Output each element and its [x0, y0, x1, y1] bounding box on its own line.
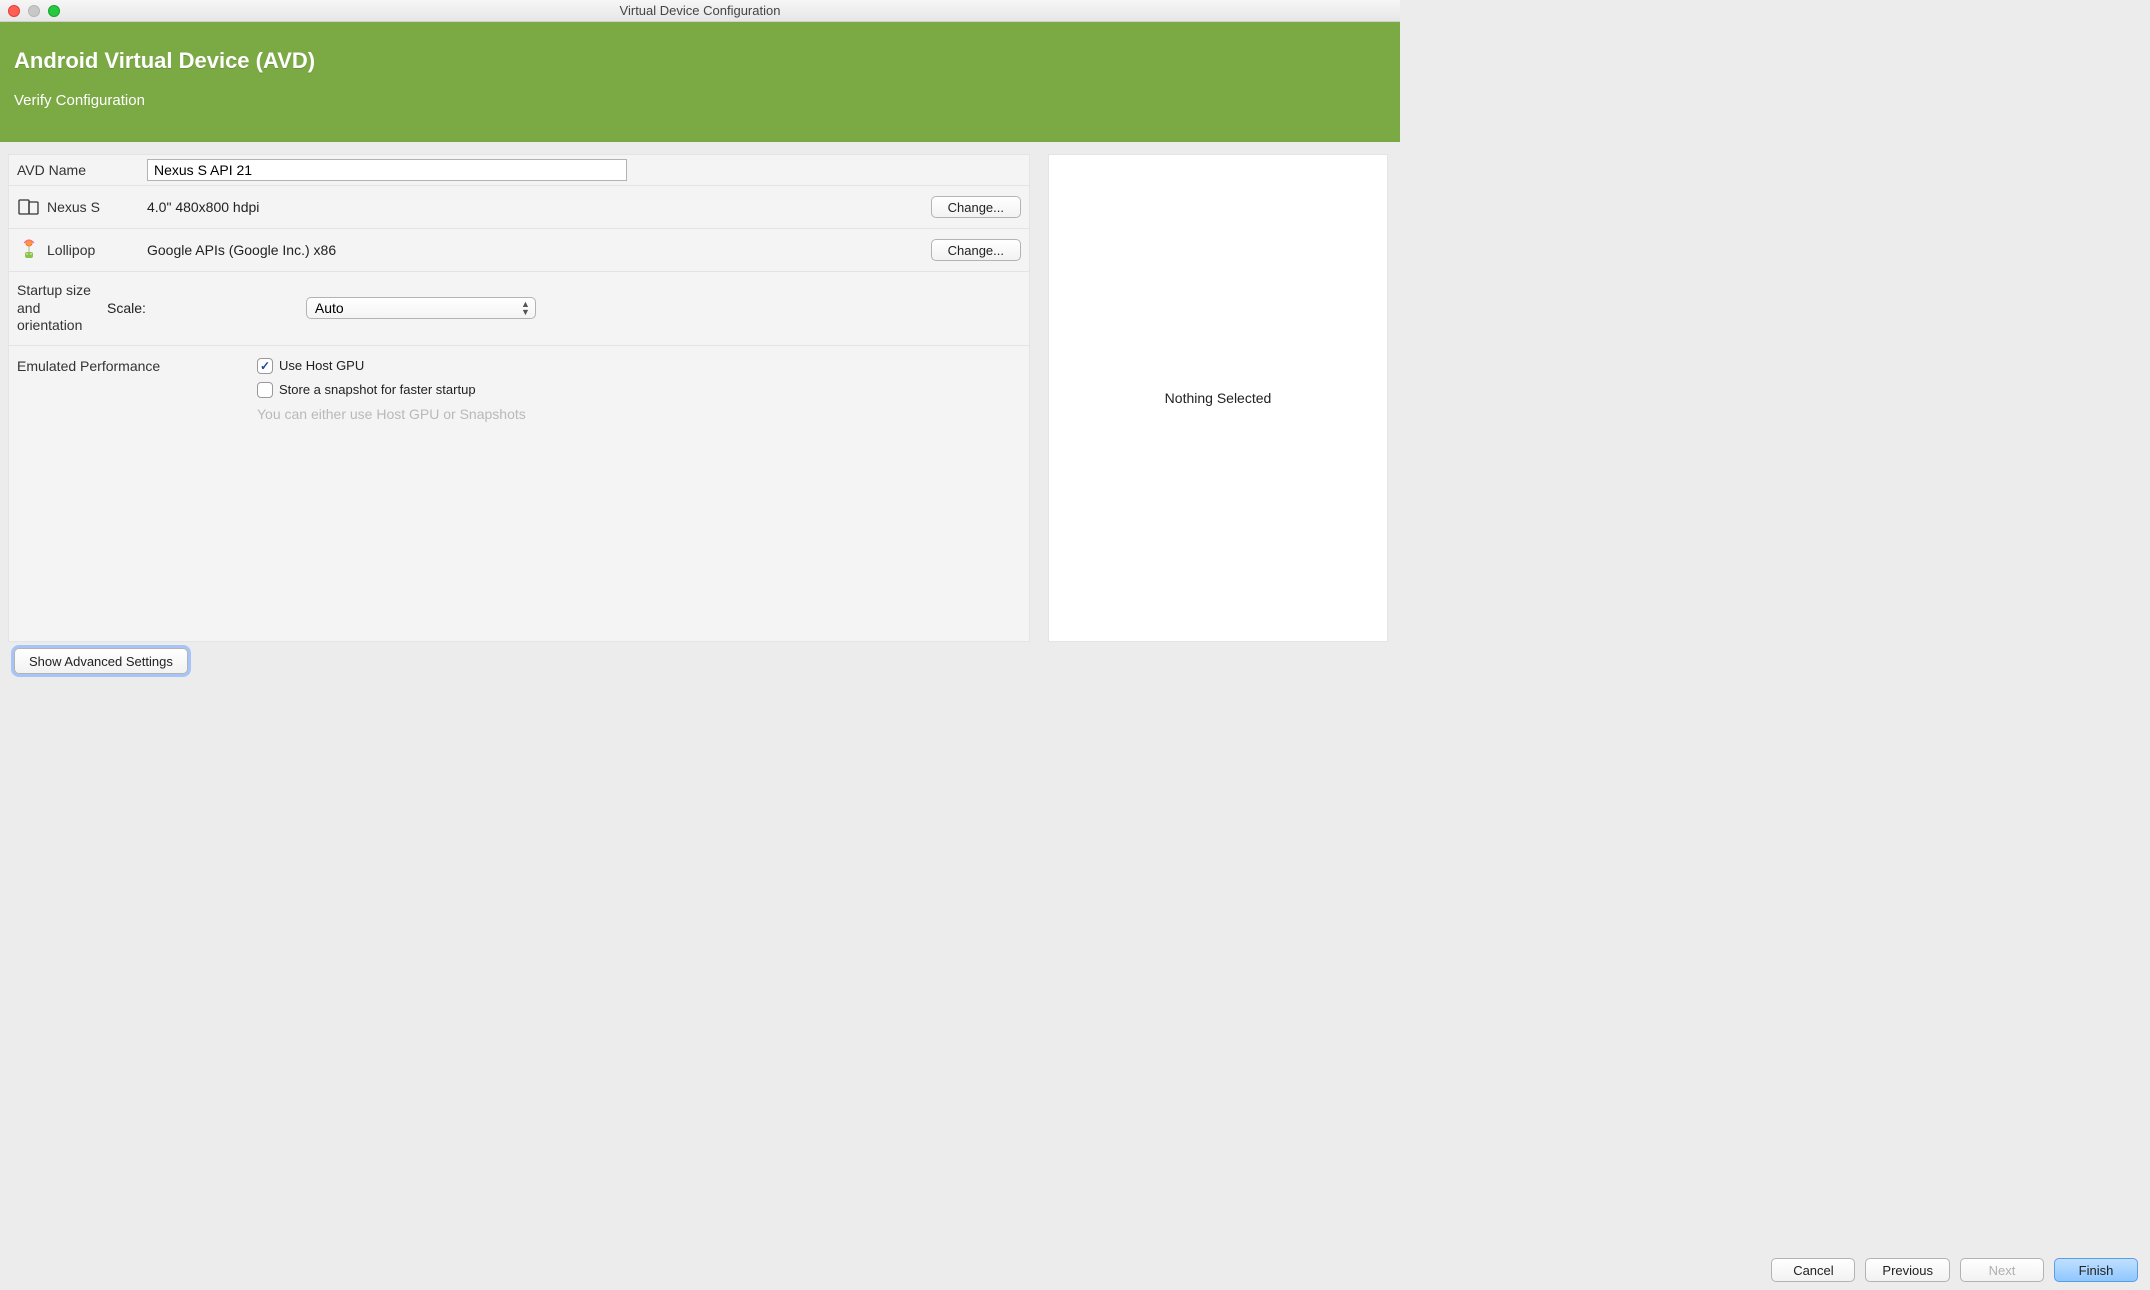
device-spec: 4.0" 480x800 hdpi [147, 199, 259, 215]
wizard-subtitle: Verify Configuration [14, 92, 1386, 109]
wizard-footer: Cancel Previous Next Finish [1771, 1258, 2138, 1282]
use-host-gpu-option[interactable]: Use Host GPU [257, 358, 526, 374]
wizard-title: Android Virtual Device (AVD) [14, 48, 1386, 74]
cancel-button[interactable]: Cancel [1771, 1258, 1855, 1282]
system-image-change-button[interactable]: Change... [931, 239, 1021, 261]
finish-button[interactable]: Finish [2054, 1258, 2138, 1282]
device-name: Nexus S [47, 199, 100, 215]
help-panel: Nothing Selected [1048, 154, 1388, 642]
wizard-header: Android Virtual Device (AVD) Verify Conf… [0, 22, 1400, 142]
startup-row: Startup size and orientation Scale: Auto… [9, 272, 1029, 346]
avd-name-input[interactable] [147, 159, 627, 181]
device-row: Nexus S 4.0" 480x800 hdpi Change... [9, 186, 1029, 229]
window-title: Virtual Device Configuration [0, 3, 1400, 18]
config-panel: AVD Name Nexus S 4.0" 480x800 hdpi Chang… [8, 154, 1030, 642]
scale-label: Scale: [107, 300, 146, 316]
device-change-button[interactable]: Change... [931, 196, 1021, 218]
startup-label: Startup size and orientation [17, 282, 107, 335]
next-button: Next [1960, 1258, 2044, 1282]
performance-hint: You can either use Host GPU or Snapshots [257, 406, 526, 422]
lollipop-icon [17, 240, 41, 260]
show-advanced-settings-button[interactable]: Show Advanced Settings [14, 648, 188, 674]
snapshot-option[interactable]: Store a snapshot for faster startup [257, 382, 526, 398]
system-image-name: Lollipop [47, 242, 95, 258]
window-titlebar: Virtual Device Configuration [0, 0, 1400, 22]
system-image-spec: Google APIs (Google Inc.) x86 [147, 242, 336, 258]
snapshot-label: Store a snapshot for faster startup [279, 382, 476, 397]
performance-label: Emulated Performance [17, 356, 197, 374]
use-host-gpu-label: Use Host GPU [279, 358, 364, 373]
avd-name-row: AVD Name [9, 155, 1029, 186]
previous-button[interactable]: Previous [1865, 1258, 1950, 1282]
system-image-row: Lollipop Google APIs (Google Inc.) x86 C… [9, 229, 1029, 272]
scale-select[interactable]: Auto [306, 297, 536, 319]
use-host-gpu-checkbox[interactable] [257, 358, 273, 374]
snapshot-checkbox[interactable] [257, 382, 273, 398]
avd-name-label: AVD Name [17, 162, 147, 178]
help-placeholder: Nothing Selected [1165, 390, 1272, 406]
device-icon [17, 197, 41, 217]
performance-row: Emulated Performance Use Host GPU Store … [9, 346, 1029, 642]
